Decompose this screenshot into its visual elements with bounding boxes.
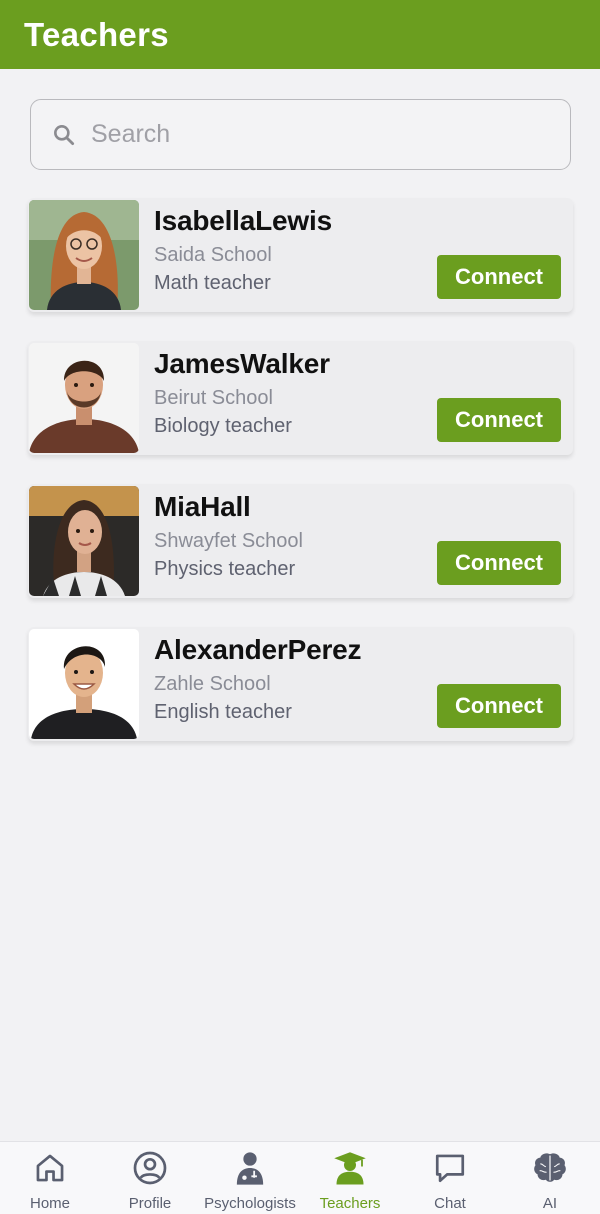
teacher-school: Beirut School xyxy=(154,387,273,409)
home-icon xyxy=(32,1150,68,1186)
nav-label: Teachers xyxy=(319,1195,381,1212)
connect-button[interactable]: Connect xyxy=(437,398,561,442)
teacher-photo xyxy=(29,486,139,596)
search-bar[interactable] xyxy=(30,99,571,170)
teacher-card[interactable]: IsabellaLewis Saida School Math teacher … xyxy=(28,198,573,312)
nav-item-psychologists[interactable]: Psychologists xyxy=(200,1142,300,1214)
nav-item-profile[interactable]: Profile xyxy=(100,1142,200,1214)
teacher-name: AlexanderPerez xyxy=(154,634,362,665)
brain-icon xyxy=(532,1150,568,1186)
search-input[interactable] xyxy=(91,120,531,149)
page-title: Teachers xyxy=(24,15,169,53)
app-bar: Teachers xyxy=(0,0,600,69)
teacher-card[interactable]: MiaHall Shwayfet School Physics teacher … xyxy=(28,484,573,598)
bottom-nav: Home Profile Psychologists Teachers Chat… xyxy=(0,1141,600,1214)
search-icon xyxy=(51,122,77,148)
teacher-photo xyxy=(29,200,139,310)
teacher-card[interactable]: AlexanderPerez Zahle School English teac… xyxy=(28,627,573,741)
nav-label: Psychologists xyxy=(204,1195,296,1212)
connect-button[interactable]: Connect xyxy=(437,541,561,585)
teacher-subject: English teacher xyxy=(154,701,292,723)
connect-button[interactable]: Connect xyxy=(437,684,561,728)
teacher-photo xyxy=(29,629,139,739)
teacher-name: IsabellaLewis xyxy=(154,205,332,236)
teacher-school: Shwayfet School xyxy=(154,530,303,552)
nav-label: Profile xyxy=(128,1195,172,1212)
chat-icon xyxy=(432,1150,468,1186)
teacher-subject: Math teacher xyxy=(154,272,271,294)
nav-label: Home xyxy=(29,1195,70,1212)
nav-item-home[interactable]: Home xyxy=(0,1142,100,1214)
nav-label: AI xyxy=(542,1195,558,1212)
nav-item-chat[interactable]: Chat xyxy=(400,1142,500,1214)
teacher-photo xyxy=(29,343,139,453)
teacher-subject: Physics teacher xyxy=(154,558,296,580)
teacher-subject: Biology teacher xyxy=(154,415,292,437)
teacher-school: Saida School xyxy=(154,244,272,266)
teacher-school: Zahle School xyxy=(154,673,271,695)
teacher-list: IsabellaLewis Saida School Math teacher … xyxy=(28,198,573,770)
teacher-name: JamesWalker xyxy=(154,348,330,379)
nav-item-teachers[interactable]: Teachers xyxy=(300,1142,400,1214)
graduate-icon xyxy=(332,1150,368,1186)
nav-item-ai[interactable]: AI xyxy=(500,1142,600,1214)
doctor-icon xyxy=(232,1150,268,1186)
teacher-name: MiaHall xyxy=(154,491,251,522)
profile-icon xyxy=(132,1150,168,1186)
nav-label: Chat xyxy=(434,1195,466,1212)
connect-button[interactable]: Connect xyxy=(437,255,561,299)
teacher-card[interactable]: JamesWalker Beirut School Biology teache… xyxy=(28,341,573,455)
